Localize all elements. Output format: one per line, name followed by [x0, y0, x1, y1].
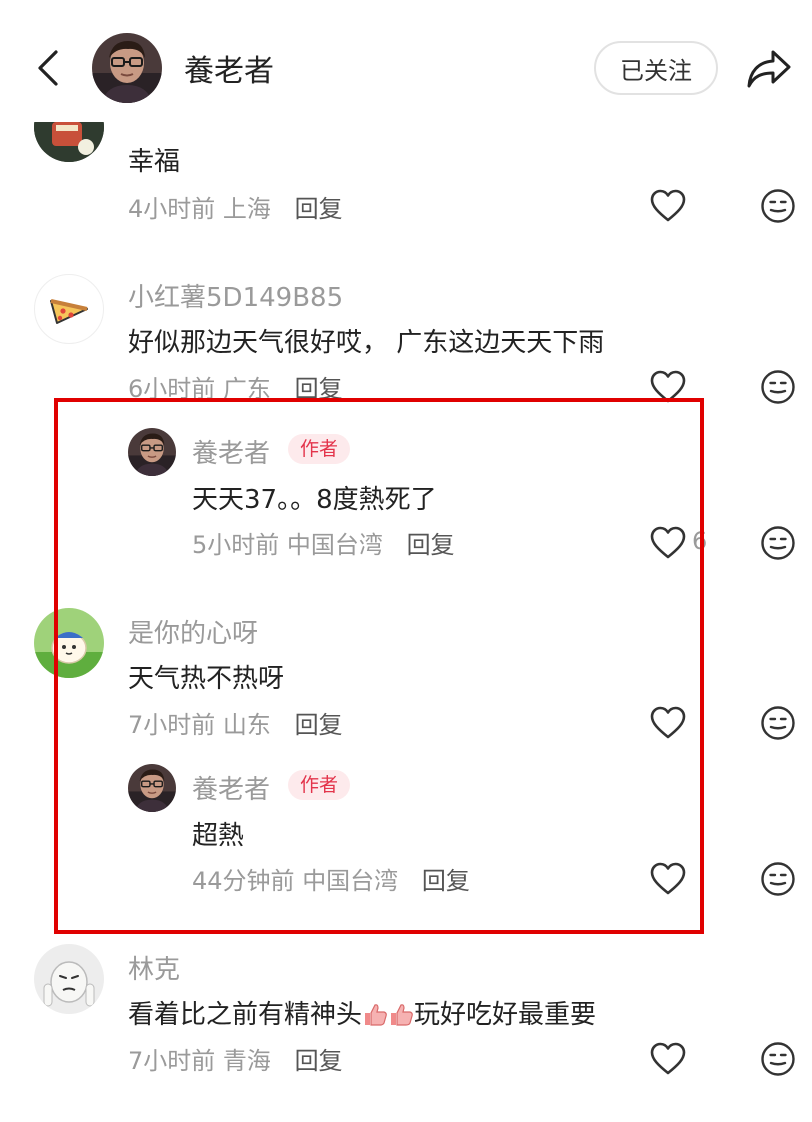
like-count: 6: [692, 527, 708, 555]
like-button[interactable]: [650, 706, 686, 740]
thumbs-up-emoji: [391, 1004, 413, 1026]
comment-location: 青海: [222, 1047, 271, 1075]
emoji-reaction-button[interactable]: [760, 188, 796, 224]
emoji-face-icon: [760, 861, 796, 897]
like-button[interactable]: [650, 370, 686, 404]
reply-button[interactable]: 回复: [295, 711, 343, 739]
author-badge: 作者: [288, 434, 351, 464]
thumbs-up-emoji: [365, 1004, 387, 1026]
comment-location: 广东: [222, 375, 271, 403]
comment-meta: 7小时前 青海 回复: [128, 1041, 343, 1076]
comment-time: 6小时前: [128, 375, 216, 403]
comment-time: 7小时前: [128, 1047, 216, 1075]
emoji-face-icon: [760, 705, 796, 741]
comment-meta: 6小时前 广东 回复: [128, 369, 343, 404]
emoji-face-icon: [760, 1041, 796, 1077]
comment-text: 看着比之前有精神头 玩好吃好最重要: [128, 994, 596, 1031]
comment-meta: 4小时前 上海 回复: [128, 189, 343, 224]
comment-time: 7小时前: [128, 711, 216, 739]
chevron-left-icon: [38, 50, 58, 86]
author-avatar[interactable]: [92, 33, 162, 103]
author-badge: 作者: [288, 770, 351, 800]
reply-button[interactable]: 回复: [295, 1047, 343, 1075]
reply-location: 中国台湾: [286, 531, 383, 559]
reply-time: 5小时前: [192, 531, 280, 559]
emoji-reaction-button[interactable]: [760, 525, 796, 561]
follow-button[interactable]: 已关注: [594, 41, 718, 95]
heart-outline-icon: [650, 862, 686, 896]
comment-text: 幸福: [128, 147, 181, 177]
reply-meta: 5小时前 中国台湾 回复: [192, 525, 455, 560]
reply-meta: 44分钟前 中国台湾 回复: [192, 861, 470, 896]
comment-text-part: 玩好吃好最重要: [414, 1000, 597, 1030]
reply-button[interactable]: 回复: [295, 375, 343, 403]
like-button[interactable]: [650, 526, 686, 560]
emoji-face-icon: [760, 369, 796, 405]
pizza-icon: [50, 299, 88, 324]
emoji-face-icon: [760, 188, 796, 224]
comment-meta: 7小时前 山东 回复: [128, 705, 343, 740]
like-button[interactable]: [650, 189, 686, 223]
reply-text: 超熱: [192, 821, 245, 851]
author-avatar[interactable]: [128, 428, 176, 476]
comment-location: 上海: [222, 195, 271, 223]
emoji-reaction-button[interactable]: [760, 861, 796, 897]
heart-outline-icon: [650, 526, 686, 560]
comment-text: 天气热不热呀: [128, 664, 285, 694]
commenter-name[interactable]: 林克: [128, 949, 180, 986]
commenter-name[interactable]: 小红薯5D149B85: [128, 277, 343, 314]
heart-outline-icon: [650, 189, 686, 223]
share-button[interactable]: [746, 48, 792, 90]
emoji-reaction-button[interactable]: [760, 369, 796, 405]
reply-author-name[interactable]: 養老者: [192, 433, 270, 470]
reply-author-name[interactable]: 養老者: [192, 769, 270, 806]
comment-time: 4小时前: [128, 195, 216, 223]
commenter-avatar[interactable]: [34, 944, 104, 1014]
emoji-reaction-button[interactable]: [760, 705, 796, 741]
back-button[interactable]: [30, 48, 66, 88]
emoji-reaction-button[interactable]: [760, 1041, 796, 1077]
comment-text-part: 看着比之前有精神头: [128, 1000, 363, 1030]
like-button[interactable]: [650, 862, 686, 896]
reply-location: 中国台湾: [302, 867, 399, 895]
emoji-face-icon: [760, 525, 796, 561]
heart-outline-icon: [650, 370, 686, 404]
commenter-avatar[interactable]: [34, 274, 104, 344]
like-button[interactable]: [650, 1042, 686, 1076]
top-bar: 養老者 已关注: [0, 0, 812, 122]
heart-outline-icon: [650, 706, 686, 740]
author-name[interactable]: 養老者: [184, 46, 274, 90]
reply-button[interactable]: 回复: [422, 867, 470, 895]
commenter-avatar[interactable]: [34, 608, 104, 678]
commenter-name[interactable]: 是你的心呀: [128, 613, 258, 650]
comment-text: 好似那边天气很好哎， 广东这边天天下雨: [128, 328, 605, 358]
reply-text: 天天37。。8度熱死了: [192, 485, 437, 515]
comment-location: 山东: [222, 711, 271, 739]
heart-outline-icon: [650, 1042, 686, 1076]
share-arrow-icon: [747, 50, 791, 88]
reply-button[interactable]: 回复: [407, 531, 455, 559]
author-avatar[interactable]: [128, 764, 176, 812]
reply-time: 44分钟前: [192, 867, 295, 895]
reply-button[interactable]: 回复: [295, 195, 343, 223]
